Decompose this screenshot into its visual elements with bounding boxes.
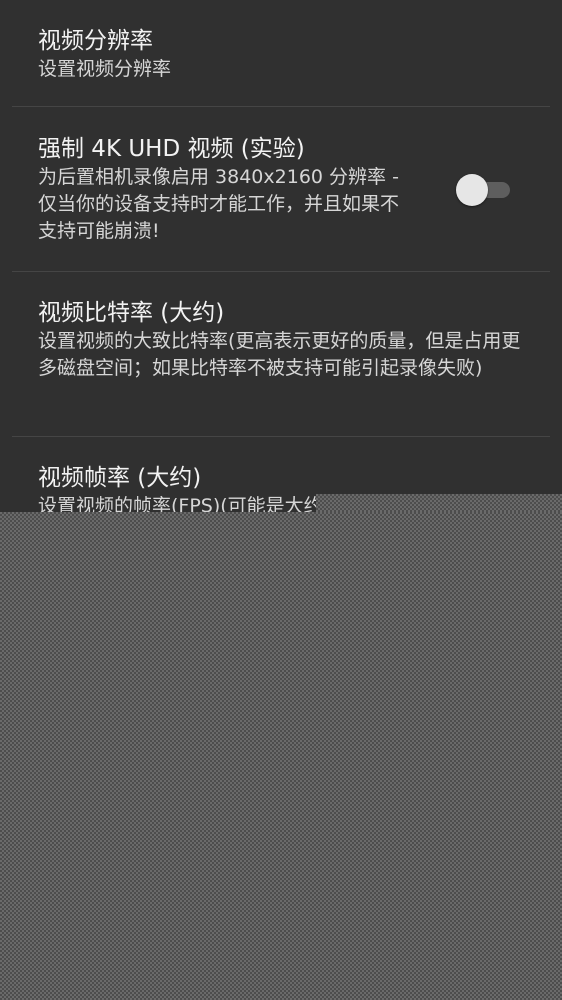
pref-force-4k[interactable]: 强制 4K UHD 视频 (实验) 为后置相机录像启用 3840x2160 分辨… (38, 134, 413, 245)
switch-thumb (456, 174, 488, 206)
pref-summary: 设置视频分辨率 (38, 58, 172, 80)
pref-title: 视频比特率 (大约) (38, 300, 225, 326)
pref-summary: 设置视频的大致比特率(更高表示更好的质量，但是占用更多磁盘空间；如果比特率不被支… (38, 330, 521, 379)
dither-overlay-edge (316, 494, 562, 512)
divider (12, 106, 550, 107)
pref-video-bitrate[interactable]: 视频比特率 (大约) 设置视频的大致比特率(更高表示更好的质量，但是占用更多磁盘… (38, 298, 524, 382)
dither-overlay (0, 512, 562, 1000)
pref-title: 视频分辨率 (38, 28, 153, 54)
pref-title: 强制 4K UHD 视频 (实验) (38, 136, 305, 162)
pref-title: 视频帧率 (大约) (38, 465, 202, 491)
divider (12, 436, 550, 437)
force-4k-toggle[interactable] (456, 173, 510, 206)
pref-summary: 为后置相机录像启用 3840x2160 分辨率 - 仅当你的设备支持时才能工作，… (38, 166, 400, 242)
pref-video-resolution[interactable]: 视频分辨率 设置视频分辨率 (38, 26, 171, 83)
divider (12, 271, 550, 272)
